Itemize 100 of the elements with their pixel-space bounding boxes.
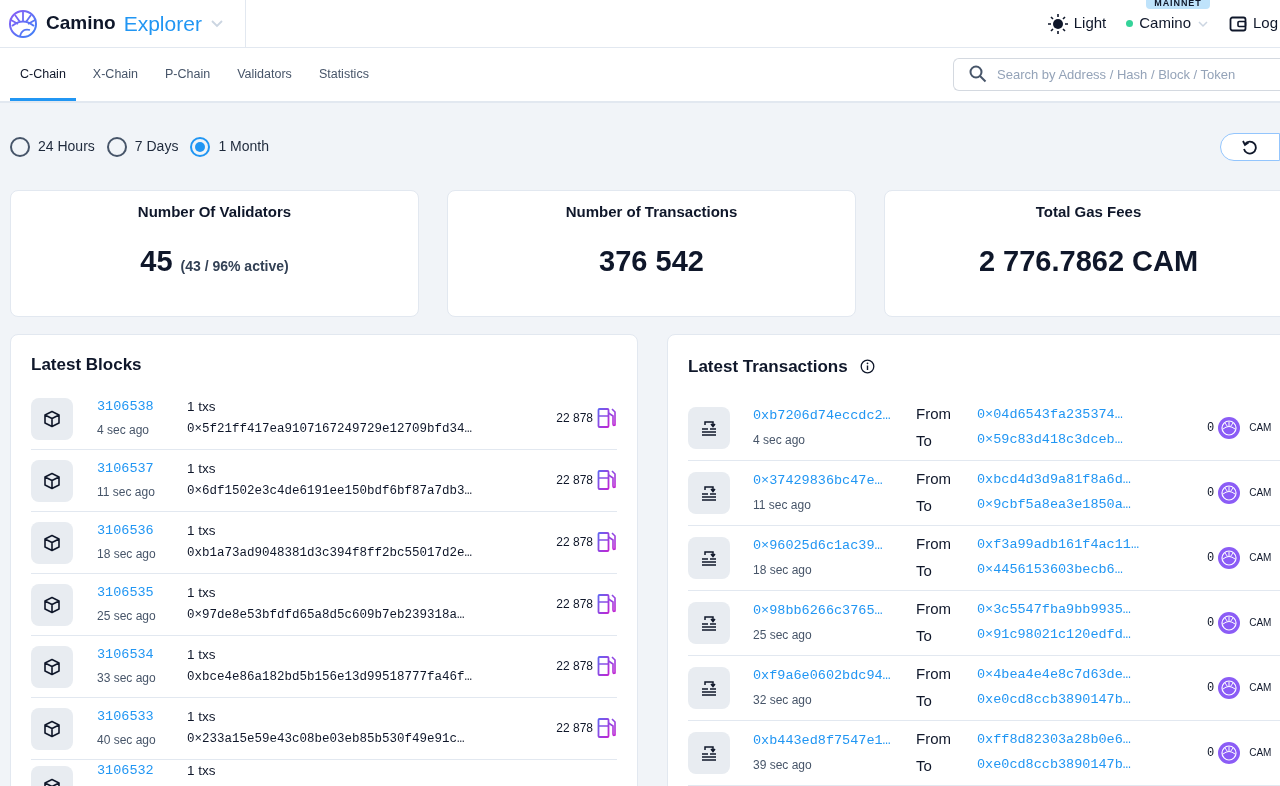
- amount: 0: [1207, 744, 1215, 762]
- network-selector[interactable]: Camino: [1139, 12, 1191, 35]
- transaction-icon: [688, 666, 730, 709]
- gas-used: 22 878: [556, 534, 593, 551]
- token-icon: [1218, 481, 1241, 504]
- token-icon: [1218, 611, 1241, 634]
- transaction-link[interactable]: 0xb443ed8f7547e1…: [753, 731, 891, 752]
- from-label: From: [916, 468, 951, 489]
- gas-used: 22 878: [556, 410, 593, 427]
- from-label: From: [916, 533, 951, 554]
- block-age: 33 sec ago: [97, 669, 157, 687]
- theme-toggle[interactable]: Light: [1073, 12, 1107, 35]
- radio-label: 7 Days: [134, 137, 179, 156]
- radio-button[interactable]: [190, 136, 211, 157]
- transaction-age: 11 sec ago: [753, 496, 811, 514]
- block-link[interactable]: 3106536: [97, 521, 154, 542]
- transaction-link[interactable]: 0×37429836bc47e…: [753, 471, 883, 492]
- fuel-pump-icon: [597, 407, 617, 429]
- block-link[interactable]: 3106538: [97, 397, 154, 418]
- wallet-icon[interactable]: [1228, 14, 1247, 33]
- block-age: 25 sec ago: [97, 607, 157, 625]
- transaction-icon: [688, 731, 730, 774]
- address-link[interactable]: 0xff8d82303a28b0e6…: [977, 729, 1131, 750]
- tx-count: 1 txs: [187, 584, 216, 602]
- stat-title: Number Of Validators: [137, 202, 292, 222]
- to-label: To: [916, 496, 932, 516]
- sun-icon[interactable]: [1047, 13, 1068, 34]
- transaction-link[interactable]: 0×96025d6c1ac39…: [753, 536, 883, 557]
- transaction-icon: [688, 536, 730, 579]
- address-link[interactable]: 0×9cbf5a8ea3e1850a…: [977, 495, 1131, 516]
- address-link[interactable]: 0×59c83d418c3dceb…: [977, 430, 1123, 451]
- nav-tab[interactable]: X-Chain: [82, 48, 149, 101]
- tx-count: 1 txs: [187, 708, 216, 726]
- from-label: From: [916, 728, 951, 749]
- stat-value: 2 776.7862 CAM: [978, 243, 1199, 279]
- transaction-age: 18 sec ago: [753, 561, 812, 579]
- nav-tab[interactable]: C-Chain: [10, 48, 76, 101]
- radio-label: 24 Hours: [38, 137, 95, 156]
- refresh-icon: [1241, 138, 1257, 155]
- block-icon: [31, 646, 73, 688]
- block-link[interactable]: 3106534: [97, 645, 154, 666]
- block-link[interactable]: 3106533: [97, 707, 154, 728]
- address-link[interactable]: 0×3c5547fba9bb9935…: [977, 599, 1131, 620]
- block-age: 40 sec ago: [97, 731, 157, 749]
- to-label: To: [916, 561, 932, 581]
- block-link[interactable]: 3106537: [97, 459, 154, 480]
- block-icon: [31, 398, 73, 440]
- currency: CAM: [1249, 421, 1272, 435]
- block-link[interactable]: 3106532: [97, 763, 154, 778]
- block-age: 18 sec ago: [97, 545, 157, 563]
- block-hash: 0×233a15e59e43c08be03eb85b530f49e91c…: [187, 731, 465, 749]
- transaction-icon: [688, 406, 730, 449]
- block-hash: 0×6df1502e3c4de6191ee150bdf6bf87a7db3…: [187, 483, 473, 501]
- fuel-pump-icon: [597, 717, 617, 739]
- login-button[interactable]: Log: [1252, 12, 1278, 35]
- address-link[interactable]: 0xe0cd8ccb3890147b…: [977, 690, 1131, 711]
- transaction-link[interactable]: 0xb7206d74eccdc2…: [753, 406, 891, 427]
- block-link[interactable]: 3106535: [97, 583, 154, 604]
- gas-used: 22 878: [556, 658, 593, 675]
- gas-used: 22 878: [556, 720, 593, 737]
- refresh-button[interactable]: [1220, 132, 1280, 161]
- transaction-icon: [688, 471, 730, 514]
- nav-tab[interactable]: P-Chain: [155, 48, 221, 101]
- fuel-pump-icon: [597, 655, 617, 677]
- amount: 0: [1207, 679, 1215, 697]
- transaction-icon: [688, 601, 730, 644]
- amount: 0: [1207, 419, 1215, 437]
- block-hash: 0xb1a73ad9048381d3c394f8ff2bc55017d2e…: [187, 545, 473, 563]
- nav-tab[interactable]: Validators: [227, 48, 302, 101]
- block-age: 11 sec ago: [97, 483, 156, 501]
- from-label: From: [916, 663, 951, 684]
- nav-tab[interactable]: Statistics: [308, 48, 379, 101]
- address-link[interactable]: 0×04d6543fa235374…: [977, 404, 1123, 425]
- block-icon: [31, 460, 73, 502]
- address-link[interactable]: 0xf3a99adb161f4ac11…: [977, 534, 1140, 555]
- address-link[interactable]: 0×4bea4e4e8c7d63de…: [977, 664, 1131, 685]
- info-icon[interactable]: [859, 359, 875, 375]
- product-name: Explorer: [123, 10, 202, 37]
- radio-button[interactable]: [106, 136, 127, 157]
- stat-detail: (43 / 96% active): [180, 256, 289, 276]
- radio-button[interactable]: [10, 136, 30, 157]
- transaction-age: 25 sec ago: [753, 626, 812, 644]
- address-link[interactable]: 0xbcd4d3d9a81f8a6d…: [977, 469, 1131, 490]
- tx-count: 1 txs: [187, 763, 216, 778]
- block-hash: 0×5f21ff417ea9107167249729e12709bfd34…: [187, 421, 473, 439]
- block-icon: [31, 584, 73, 626]
- gas-used: 22 878: [556, 596, 593, 613]
- block-icon: [31, 708, 73, 750]
- transaction-link[interactable]: 0×98bb6266c3765…: [753, 601, 883, 622]
- currency: CAM: [1249, 551, 1272, 565]
- currency: CAM: [1249, 681, 1272, 695]
- transaction-link[interactable]: 0xf9a6e0602bdc94…: [753, 666, 891, 687]
- to-label: To: [916, 626, 932, 646]
- panel-title: Latest Transactions: [688, 356, 848, 378]
- address-link[interactable]: 0×91c98021c120edfd…: [977, 625, 1131, 646]
- fuel-pump-icon: [597, 593, 617, 615]
- address-link[interactable]: 0xe0cd8ccb3890147b…: [977, 755, 1131, 776]
- search-field[interactable]: Search by Address / Hash / Block / Token: [953, 58, 1280, 91]
- address-link[interactable]: 0×4456153603becb6…: [977, 560, 1123, 581]
- gas-used: 22 878: [556, 472, 593, 489]
